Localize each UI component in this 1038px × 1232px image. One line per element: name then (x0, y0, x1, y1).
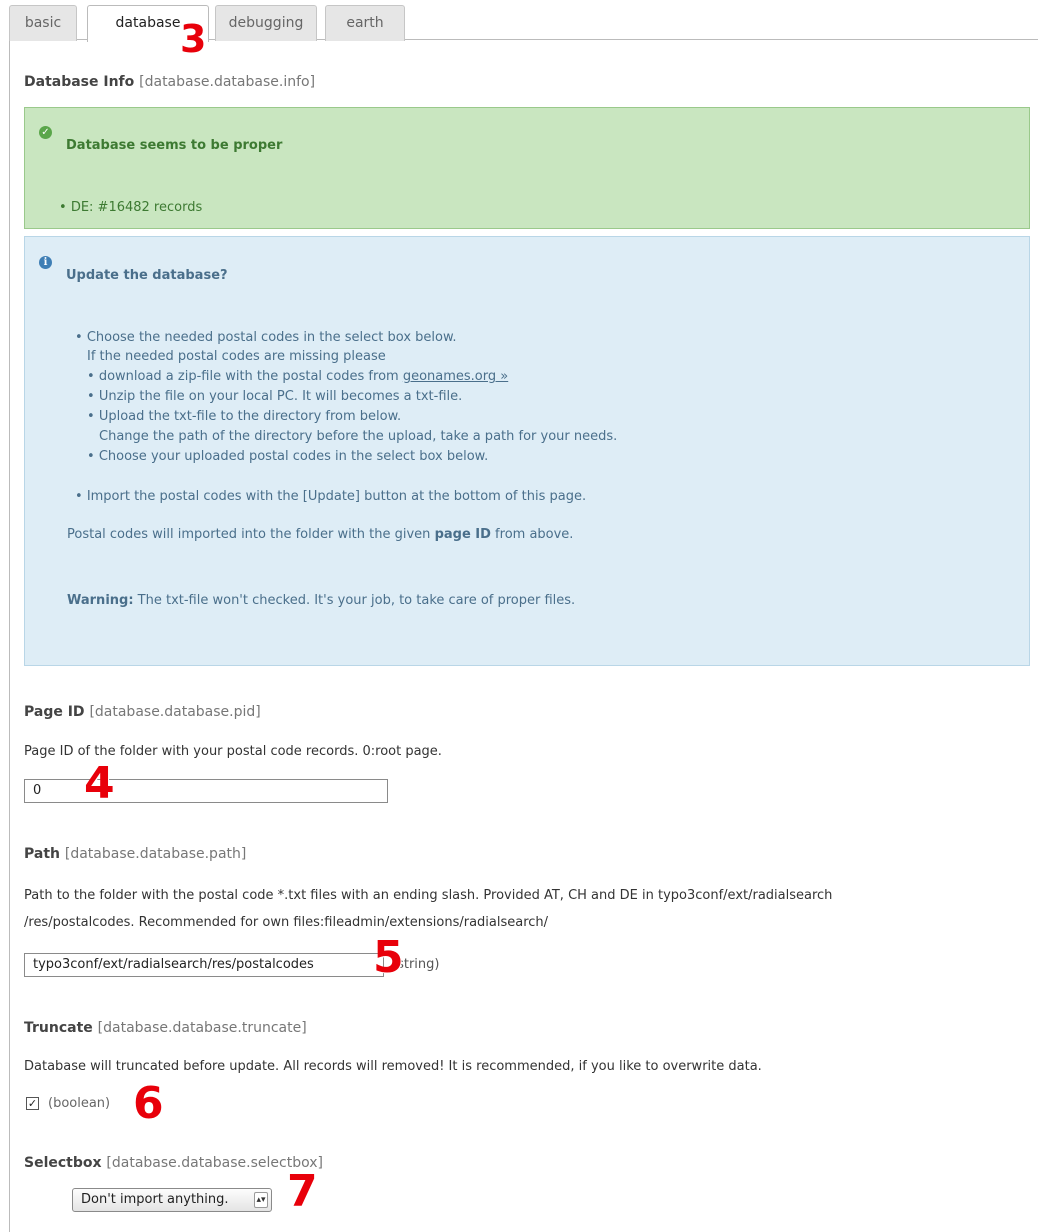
info-substep-3-continued: Change the path of the directory before … (99, 429, 618, 444)
truncate-description: Database will truncated before update. A… (24, 1059, 762, 1074)
selectbox-title: Selectbox (24, 1155, 102, 1171)
selectbox-heading: Selectbox [database.database.selectbox] (24, 1155, 323, 1171)
info-circle-icon: i (39, 256, 52, 269)
annotation-number-4: 4 (84, 758, 115, 809)
info-substep-4: Choose your uploaded postal codes in the… (87, 449, 488, 464)
page-id-key: [database.database.pid] (89, 704, 261, 720)
geonames-link[interactable]: geonames.org » (403, 369, 508, 384)
path-title: Path (24, 846, 60, 862)
info-substep-2: Unzip the file on your local PC. It will… (87, 389, 462, 404)
selectbox-dropdown[interactable]: Don't import anything. ▴▾ (72, 1188, 272, 1212)
database-info-title: Database Info (24, 74, 135, 90)
database-info-key: [database.database.info] (139, 74, 316, 90)
ok-message-item: DE: #16482 records (59, 200, 202, 215)
truncate-checkbox[interactable]: ✓ (26, 1097, 39, 1110)
page-id-heading: Page ID [database.database.pid] (24, 704, 261, 720)
truncate-key: [database.database.truncate] (97, 1020, 307, 1036)
page-id-input[interactable]: 0 (24, 779, 388, 803)
page-id-title: Page ID (24, 704, 85, 720)
info-step-1: Choose the needed postal codes in the se… (75, 330, 457, 345)
updown-arrows-icon: ▴▾ (254, 1192, 268, 1208)
database-info-heading: Database Info [database.database.info] (24, 74, 315, 90)
truncate-title: Truncate (24, 1020, 93, 1036)
path-description-line-2: /res/postalcodes. Recommended for own fi… (24, 915, 549, 930)
left-border (9, 40, 10, 1232)
annotation-number-6: 6 (133, 1078, 164, 1129)
annotation-number-5: 5 (373, 932, 404, 983)
tab-bar: basic database debugging earth (9, 0, 1038, 42)
selectbox-selected-value: Don't import anything. (81, 1192, 229, 1207)
tab-debugging[interactable]: debugging (215, 5, 317, 41)
ok-message-box: ✓ Database seems to be proper DE: #16482… (24, 107, 1030, 229)
path-description-line-1: Path to the folder with the postal code … (24, 888, 833, 903)
truncate-type-hint: (boolean) (48, 1096, 111, 1111)
check-circle-icon: ✓ (39, 126, 52, 139)
info-warning: Warning: The txt-file won't checked. It'… (67, 593, 576, 608)
truncate-heading: Truncate [database.database.truncate] (24, 1020, 307, 1036)
path-input[interactable]: typo3conf/ext/radialsearch/res/postalcod… (24, 953, 384, 977)
info-step-1-continued: If the needed postal codes are missing p… (87, 349, 386, 364)
info-step-2: Import the postal codes with the [Update… (75, 489, 586, 504)
annotation-number-3: 3 (180, 17, 207, 61)
annotation-number-7: 7 (287, 1166, 318, 1217)
tab-basic[interactable]: basic (9, 5, 77, 41)
page-id-description: Page ID of the folder with your postal c… (24, 744, 442, 759)
path-heading: Path [database.database.path] (24, 846, 246, 862)
info-message-box: i Update the database? Choose the needed… (24, 236, 1030, 666)
path-key: [database.database.path] (64, 846, 247, 862)
info-substep-1: download a zip-file with the postal code… (87, 369, 508, 384)
ok-message-title: Database seems to be proper (66, 138, 283, 153)
tab-earth[interactable]: earth (325, 5, 405, 41)
info-substep-3: Upload the txt-file to the directory fro… (87, 409, 401, 424)
info-note: Postal codes will imported into the fold… (67, 527, 574, 542)
info-message-title: Update the database? (66, 268, 228, 283)
